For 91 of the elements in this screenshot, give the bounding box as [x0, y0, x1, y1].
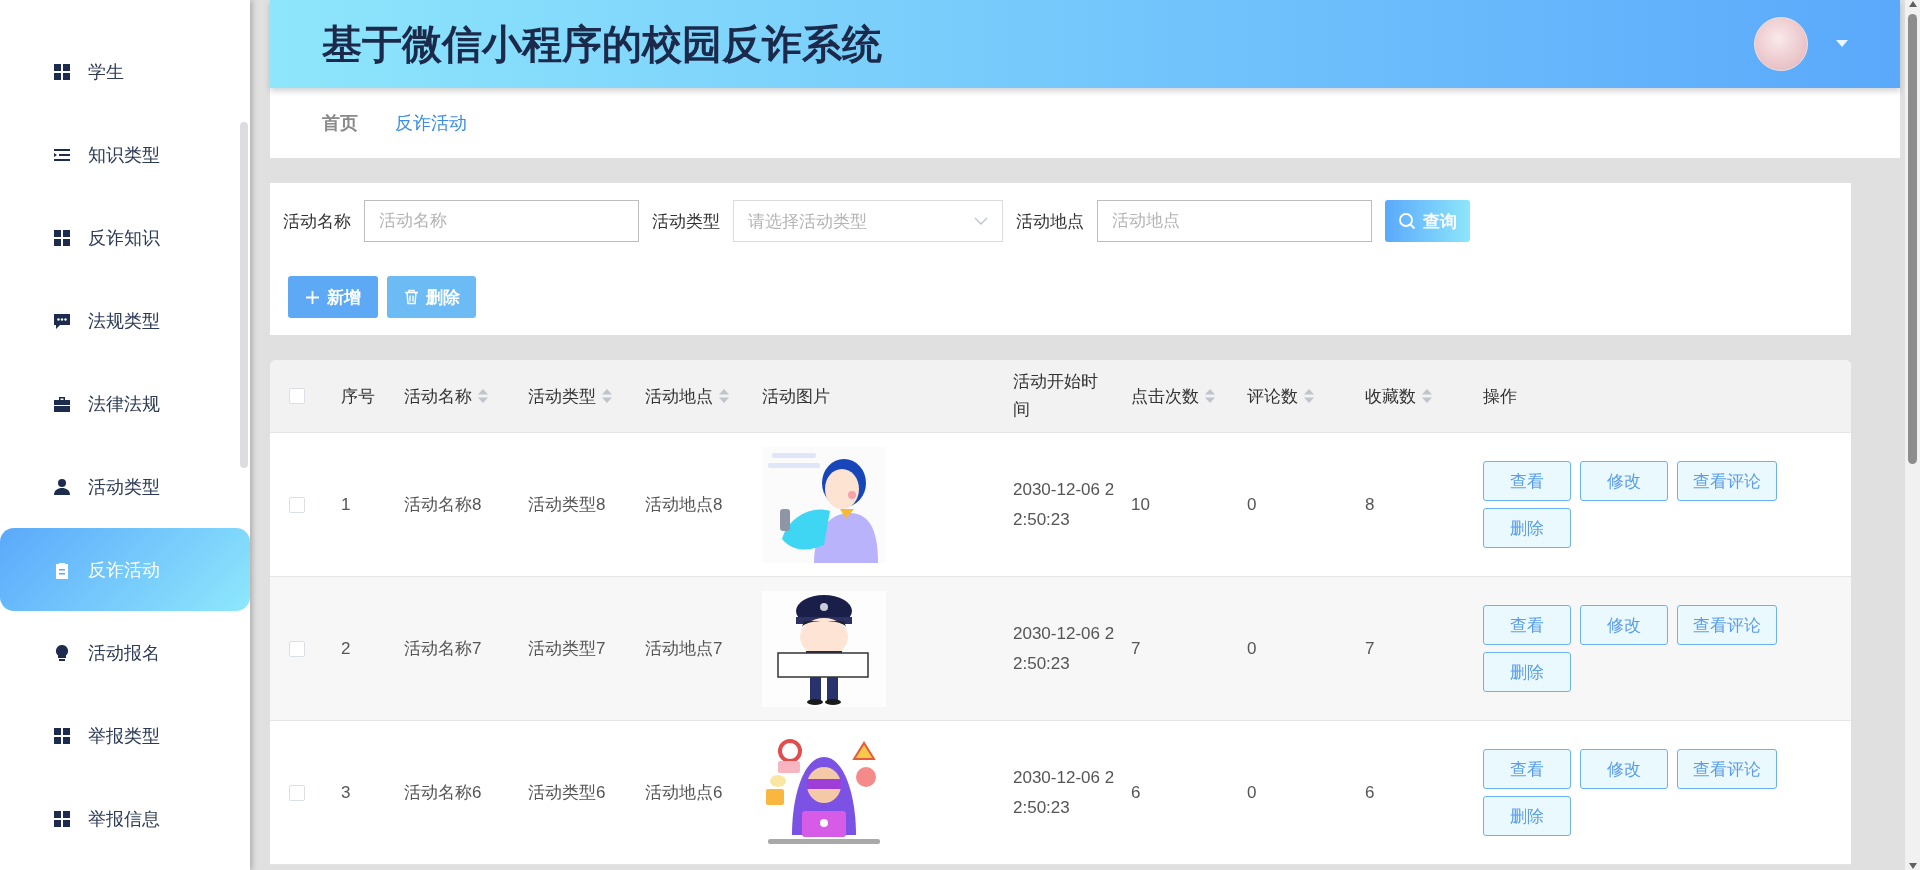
table-cell-text: 活动名称8 — [404, 494, 482, 516]
action-button[interactable]: 删除 — [1483, 508, 1571, 548]
sidebar-item[interactable]: 法律法规 — [0, 362, 250, 445]
sidebar-item[interactable]: 反诈活动 — [0, 528, 250, 611]
grid-icon — [53, 228, 71, 247]
column-header: 评论数 — [1247, 385, 1298, 408]
sidebar-item[interactable]: 反诈知识 — [0, 196, 250, 279]
sidebar-item[interactable]: 学生 — [0, 30, 250, 113]
input-field[interactable]: 活动地点 — [1097, 200, 1372, 242]
table-cell-text: 活动地点7 — [645, 638, 723, 660]
action-button[interactable]: 删除 — [1483, 652, 1571, 692]
checkbox[interactable] — [289, 388, 305, 404]
checkbox[interactable] — [289, 640, 305, 657]
scrollbar-thumb[interactable] — [240, 122, 248, 468]
table-cell-text: 2030-12-06 22:50:23 — [1013, 622, 1116, 675]
app-title: 基于微信小程序的校园反诈系统 — [322, 20, 883, 68]
sidebar-item[interactable]: 活动报名 — [0, 611, 250, 694]
table-cell-text: 活动类型8 — [528, 494, 606, 516]
chevron-down-icon — [974, 217, 988, 225]
table-cell-text: 活动类型6 — [528, 782, 606, 804]
scroll-down-icon — [1907, 862, 1918, 870]
caret-icon — [1836, 40, 1848, 48]
row-number: 2 — [341, 638, 351, 659]
chat-icon — [53, 311, 71, 330]
table-cell: 7 — [1365, 638, 1375, 659]
action-button[interactable]: 删除 — [1483, 796, 1571, 836]
table-cell-text: 2030-12-06 22:50:23 — [1013, 478, 1116, 531]
action-button[interactable]: 查看 — [1483, 461, 1571, 501]
delete-button[interactable]: 删除 — [387, 276, 476, 318]
lightbulb-icon — [53, 643, 71, 662]
table-cell: 10 — [1131, 494, 1150, 515]
table-cell: 0 — [1247, 494, 1257, 515]
table-cell-text: 活动名称6 — [404, 782, 482, 804]
briefcase-icon — [53, 394, 71, 413]
column-header: 点击次数 — [1131, 385, 1199, 408]
column-header: 活动地点 — [645, 385, 713, 408]
action-button[interactable]: 查看 — [1483, 605, 1571, 645]
table-cell: 6 — [1131, 782, 1141, 803]
action-button[interactable]: 修改 — [1580, 605, 1668, 645]
row-number: 1 — [341, 494, 351, 515]
column-header: 活动名称 — [404, 385, 472, 408]
person-icon — [53, 477, 71, 496]
table-cell: 0 — [1247, 782, 1257, 803]
column-header: 活动类型 — [528, 385, 596, 408]
field-label: 活动名称 — [283, 210, 351, 233]
checkbox[interactable] — [289, 784, 305, 801]
table-cell-text: 活动名称7 — [404, 638, 482, 660]
select-field[interactable]: 请选择活动类型 — [733, 200, 1003, 242]
action-button[interactable]: 查看评论 — [1677, 461, 1777, 501]
sidebar-item[interactable]: 知识类型 — [0, 113, 250, 196]
table-cell: 7 — [1131, 638, 1141, 659]
grid-icon — [53, 726, 71, 745]
sidebar-item[interactable]: 举报信息 — [0, 777, 250, 860]
grid-icon — [53, 62, 71, 81]
breadcrumb-link[interactable]: 反诈活动 — [395, 111, 467, 135]
scrollbar-thumb[interactable] — [1908, 14, 1917, 464]
action-button[interactable]: 修改 — [1580, 461, 1668, 501]
trash-icon — [403, 289, 419, 305]
grid-icon — [53, 809, 71, 828]
table-cell: 8 — [1365, 494, 1375, 515]
avatar[interactable] — [1754, 17, 1808, 71]
table-cell: 0 — [1247, 638, 1257, 659]
input-field[interactable]: 活动名称 — [364, 200, 639, 242]
action-button[interactable]: 查看 — [1483, 749, 1571, 789]
checkbox[interactable] — [289, 496, 305, 513]
scroll-up-icon — [1907, 0, 1918, 8]
sidebar-item[interactable]: 活动类型 — [0, 445, 250, 528]
clipboard-icon — [53, 560, 71, 579]
sidebar-item[interactable]: 举报类型 — [0, 694, 250, 777]
search-icon — [1398, 212, 1416, 230]
plus-icon — [305, 289, 320, 305]
table-cell: 6 — [1365, 782, 1375, 803]
action-button[interactable]: 修改 — [1580, 749, 1668, 789]
table-cell-text: 活动类型7 — [528, 638, 606, 660]
column-header: 序号 — [341, 385, 375, 408]
column-header: 活动开始时间 — [1013, 371, 1099, 421]
action-button[interactable]: 查看评论 — [1677, 605, 1777, 645]
table-cell-text: 2030-12-06 22:50:23 — [1013, 766, 1116, 819]
column-header: 活动图片 — [762, 385, 830, 408]
add-button[interactable]: 新增 — [288, 276, 378, 318]
action-button[interactable]: 查看评论 — [1677, 749, 1777, 789]
table-cell-text: 活动地点8 — [645, 494, 723, 516]
breadcrumb-link[interactable]: 首页 — [322, 111, 358, 135]
sidebar-item[interactable]: 法规类型 — [0, 279, 250, 362]
column-header: 收藏数 — [1365, 385, 1416, 408]
row-number: 3 — [341, 782, 351, 803]
table-cell-text: 活动地点6 — [645, 782, 723, 804]
column-header: 操作 — [1483, 385, 1517, 408]
search-button[interactable]: 查询 — [1385, 200, 1470, 242]
field-label: 活动地点 — [1016, 210, 1084, 233]
field-label: 活动类型 — [652, 210, 720, 233]
